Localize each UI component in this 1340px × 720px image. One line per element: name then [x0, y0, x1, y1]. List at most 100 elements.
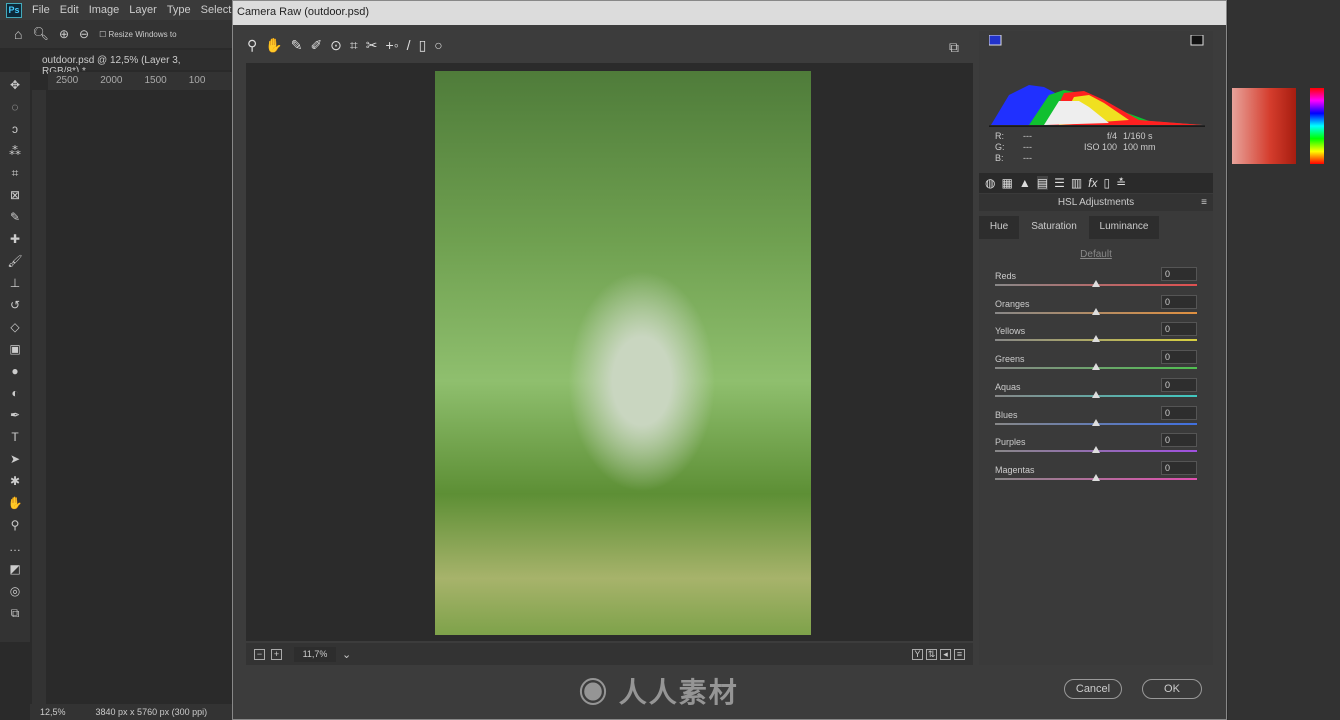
move-tool-icon[interactable]: ✥	[6, 78, 24, 95]
history-brush-icon[interactable]: ↺	[6, 298, 24, 315]
hand-icon[interactable]: ✋	[265, 37, 282, 54]
slider-purples[interactable]: Purples 0	[995, 433, 1197, 463]
slider-value-input[interactable]: 0	[1161, 433, 1197, 448]
swap-icon[interactable]: ⇅	[926, 648, 937, 660]
slider-value-input[interactable]: 0	[1161, 322, 1197, 337]
effects-icon[interactable]: fx	[1088, 176, 1097, 190]
lasso-tool-icon[interactable]: ↄ	[6, 122, 24, 139]
menu-layer[interactable]: Layer	[129, 4, 157, 16]
gradient-tool-icon[interactable]: ▣	[6, 342, 24, 359]
adjustment-brush-icon[interactable]: /	[407, 37, 411, 54]
red-eye-icon[interactable]: +◦	[386, 37, 399, 54]
menu-select[interactable]: Select	[201, 4, 232, 16]
type-tool-icon[interactable]: T	[6, 430, 24, 447]
resize-windows-label: Resize Windows to	[108, 29, 177, 39]
split-toning-icon[interactable]: ☰	[1054, 176, 1065, 190]
slider-thumb[interactable]	[1092, 473, 1100, 481]
zoom-out-icon[interactable]: ⊖	[79, 27, 89, 41]
zoom-tool-icon[interactable]: ⚲	[6, 518, 24, 535]
slider-thumb[interactable]	[1092, 418, 1100, 426]
slider-value-input[interactable]: 0	[1161, 294, 1197, 309]
eyedropper-icon[interactable]: ✎	[6, 210, 24, 227]
panel-menu-icon[interactable]: ≡	[1201, 194, 1207, 211]
slider-thumb[interactable]	[1092, 446, 1100, 454]
slider-thumb[interactable]	[1092, 335, 1100, 343]
tab-hue[interactable]: Hue	[979, 216, 1019, 239]
hand-tool-icon[interactable]: ✋	[6, 496, 24, 513]
copy-settings-icon[interactable]: ◂	[940, 648, 951, 660]
document-tab[interactable]: outdoor.psd @ 12,5% (Layer 3, RGB/8*) *	[30, 50, 232, 77]
chevron-down-icon[interactable]: ⌄	[342, 648, 351, 661]
slider-reds[interactable]: Reds 0	[995, 267, 1197, 297]
slider-value-input[interactable]: 0	[1161, 460, 1197, 475]
quick-mask-icon[interactable]: ◎	[6, 584, 24, 601]
magic-wand-icon[interactable]: ⁂	[6, 144, 24, 161]
spot-removal-icon[interactable]: ✂	[366, 37, 378, 54]
shape-tool-icon[interactable]: ✱	[6, 474, 24, 491]
home-icon[interactable]: ⌂	[14, 26, 22, 42]
camera-calibration-icon[interactable]: ▯	[1104, 176, 1111, 190]
marquee-tool-icon[interactable]: ◌	[6, 100, 24, 117]
blur-tool-icon[interactable]: ●	[6, 364, 24, 381]
hue-slider[interactable]	[1310, 88, 1324, 164]
slider-yellows[interactable]: Yellows 0	[995, 322, 1197, 352]
slider-value-input[interactable]: 0	[1161, 267, 1197, 281]
crop-icon[interactable]: ⌗	[350, 37, 358, 54]
stamp-tool-icon[interactable]: ⊥	[6, 276, 24, 293]
color-sampler-icon[interactable]: ✐	[310, 37, 322, 54]
menu-file[interactable]: File	[32, 4, 50, 16]
slider-value-input[interactable]: 0	[1161, 405, 1197, 420]
zoom-out-button[interactable]: −	[254, 648, 265, 660]
slider-value-input[interactable]: 0	[1161, 350, 1197, 365]
slider-thumb[interactable]	[1092, 307, 1100, 315]
before-after-icon[interactable]: Y	[912, 648, 923, 660]
zoom-level[interactable]: 11,7%	[294, 646, 336, 662]
tab-saturation[interactable]: Saturation	[1019, 216, 1089, 239]
resize-windows-checkbox[interactable]: ☐ Resize Windows to	[99, 30, 176, 39]
path-selection-icon[interactable]: ➤	[6, 452, 24, 469]
open-preferences-icon[interactable]: ⧉	[949, 39, 959, 56]
slider-blues[interactable]: Blues 0	[995, 405, 1197, 436]
targeted-adjustment-icon[interactable]: ⊙	[330, 37, 342, 54]
slider-greens[interactable]: Greens 0	[995, 350, 1197, 380]
white-balance-icon[interactable]: ✎	[291, 37, 303, 54]
hsl-icon[interactable]: ▤	[1036, 176, 1049, 190]
cancel-button[interactable]: Cancel	[1064, 679, 1122, 699]
zoom-in-icon[interactable]: ⊕	[59, 27, 69, 41]
healing-brush-icon[interactable]: ✚	[6, 232, 24, 249]
default-link[interactable]: Default	[979, 249, 1213, 260]
tab-luminance[interactable]: Luminance	[1089, 216, 1159, 239]
graduated-filter-icon[interactable]: ▯	[419, 37, 427, 54]
zoom-tool-icon[interactable]: 🔍︎	[32, 26, 49, 42]
menu-type[interactable]: Type	[167, 4, 191, 16]
slider-thumb[interactable]	[1092, 280, 1100, 287]
eraser-icon[interactable]: ◇	[6, 320, 24, 337]
more-tools-icon[interactable]: …	[6, 540, 24, 557]
slider-thumb[interactable]	[1092, 390, 1100, 398]
slider-thumb[interactable]	[1092, 363, 1100, 371]
basic-icon[interactable]: ◍	[985, 176, 995, 190]
detail-icon[interactable]: ▲	[1019, 176, 1031, 190]
crop-tool-icon[interactable]: ⌗	[6, 166, 24, 183]
ok-button[interactable]: OK	[1142, 679, 1202, 699]
tone-curve-icon[interactable]: ▦	[1001, 176, 1012, 190]
menu-image[interactable]: Image	[89, 4, 120, 16]
menu-edit[interactable]: Edit	[60, 4, 79, 16]
slider-aquas[interactable]: Aquas 0	[995, 377, 1197, 408]
slider-magentas[interactable]: Magentas 0	[995, 460, 1197, 491]
dodge-tool-icon[interactable]: ◐	[6, 386, 24, 403]
color-swatches-icon[interactable]: ◩	[6, 562, 24, 579]
frame-tool-icon[interactable]: ⊠	[6, 188, 24, 205]
zoom-icon[interactable]: ⚲	[247, 37, 257, 54]
slider-value-input[interactable]: 0	[1161, 377, 1197, 392]
toggle-settings-icon[interactable]: ≡	[954, 648, 965, 660]
brush-tool-icon[interactable]: 🖌︎	[6, 254, 24, 271]
pen-tool-icon[interactable]: ✒	[6, 408, 24, 425]
color-picker-field[interactable]	[1232, 88, 1296, 164]
lens-corrections-icon[interactable]: ▥	[1071, 176, 1082, 190]
screen-mode-icon[interactable]: ⧉	[6, 606, 24, 623]
slider-oranges[interactable]: Oranges 0	[995, 294, 1197, 325]
zoom-in-button[interactable]: +	[271, 648, 282, 660]
radial-filter-icon[interactable]: ○	[434, 37, 442, 54]
presets-icon[interactable]: ≛	[1116, 176, 1126, 190]
